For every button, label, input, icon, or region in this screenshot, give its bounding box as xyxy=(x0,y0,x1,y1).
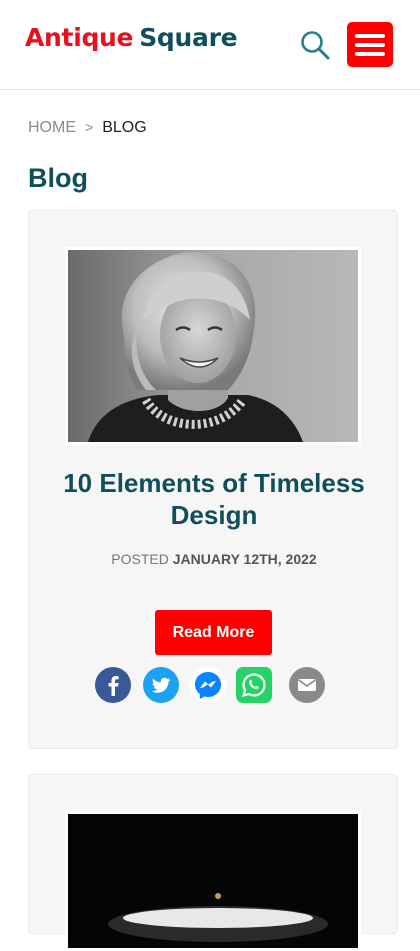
post-date: POSTED JANUARY 12TH, 2022 xyxy=(29,550,399,568)
twitter-icon[interactable] xyxy=(143,667,179,703)
breadcrumb-separator: > xyxy=(85,119,94,135)
post-date-value: JANUARY 12TH, 2022 xyxy=(172,551,317,567)
hamburger-bar xyxy=(355,42,385,47)
logo-word-square: Square xyxy=(139,23,238,52)
whatsapp-icon[interactable] xyxy=(236,667,272,703)
breadcrumb-home-link[interactable]: HOME xyxy=(28,119,76,136)
site-logo[interactable]: Antique Square xyxy=(25,22,238,54)
email-icon[interactable] xyxy=(289,667,325,703)
blog-post-card xyxy=(28,774,398,951)
messenger-icon[interactable] xyxy=(190,667,226,703)
post-title[interactable]: 10 Elements of Timeless Design xyxy=(29,467,399,531)
menu-button[interactable] xyxy=(347,22,393,67)
post-thumbnail[interactable] xyxy=(65,811,361,951)
read-more-button[interactable]: Read More xyxy=(155,610,272,655)
logo-word-antique: Antique xyxy=(25,23,134,52)
hamburger-bar xyxy=(355,51,385,56)
site-header: Antique Square xyxy=(0,0,420,90)
post-thumbnail[interactable] xyxy=(65,247,361,445)
facebook-icon[interactable] xyxy=(95,667,131,703)
posted-label: POSTED xyxy=(111,551,169,567)
search-icon[interactable] xyxy=(298,28,332,62)
hamburger-menu-icon xyxy=(355,33,385,38)
blog-post-card: 10 Elements of Timeless Design POSTED JA… xyxy=(28,210,398,749)
breadcrumb-current: BLOG xyxy=(102,119,147,136)
page-title: Blog xyxy=(28,163,88,193)
breadcrumb: HOME > BLOG xyxy=(28,117,147,138)
